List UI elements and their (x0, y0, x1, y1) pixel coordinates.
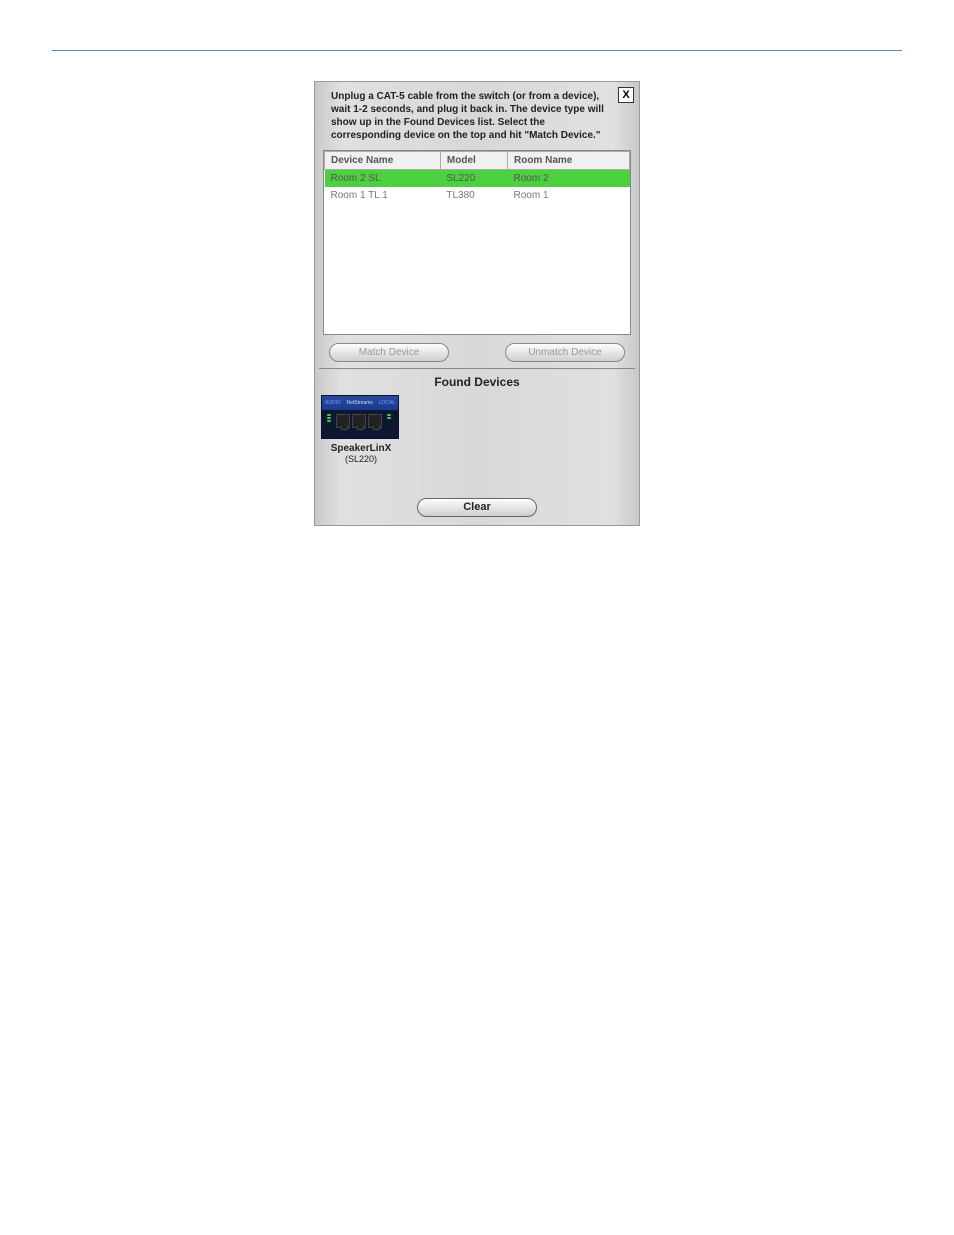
ethernet-port-icon (368, 414, 382, 428)
table-row[interactable]: Room 1 TL 1 TL380 Room 1 (325, 187, 630, 204)
ethernet-port-icon (336, 414, 350, 428)
instruction-text: Unplug a CAT-5 cable from the switch (or… (315, 82, 639, 150)
found-device-tile[interactable]: AUDIO NetStreams LOCAL (321, 395, 401, 464)
status-led-icon (387, 417, 391, 419)
status-led-icon (327, 414, 331, 416)
clear-button-row: Clear (315, 493, 639, 525)
brand-label: NetStreams (347, 400, 373, 406)
clear-button[interactable]: Clear (417, 498, 537, 517)
cell-room-name: Room 2 (507, 170, 629, 188)
col-device-name[interactable]: Device Name (325, 152, 441, 170)
col-model[interactable]: Model (440, 152, 507, 170)
match-device-button[interactable]: Match Device (329, 343, 449, 362)
unmatch-device-button[interactable]: Unmatch Device (505, 343, 625, 362)
status-led-icon (327, 420, 331, 422)
found-device-name: SpeakerLinX (321, 443, 401, 454)
match-button-row: Match Device Unmatch Device (315, 335, 639, 368)
port-label: AUDIO (325, 400, 341, 406)
cell-device-name: Room 1 TL 1 (325, 187, 441, 204)
cell-model: TL380 (440, 187, 507, 204)
table-empty-space (325, 204, 630, 334)
match-device-dialog: X Unplug a CAT-5 cable from the switch (… (314, 81, 640, 526)
port-label: LOCAL (379, 400, 395, 406)
device-hardware-icon: AUDIO NetStreams LOCAL (321, 395, 399, 439)
table-header-row: Device Name Model Room Name (325, 152, 630, 170)
ethernet-port-icon (352, 414, 366, 428)
cell-room-name: Room 1 (507, 187, 629, 204)
device-table: Device Name Model Room Name Room 2 SL SL… (323, 150, 631, 335)
found-devices-area: AUDIO NetStreams LOCAL (315, 393, 639, 493)
table-row[interactable]: Room 2 SL SL220 Room 2 (325, 170, 630, 188)
found-devices-title: Found Devices (315, 369, 639, 393)
found-device-model: (SL220) (321, 454, 401, 464)
close-button[interactable]: X (618, 87, 634, 103)
status-led-icon (327, 417, 331, 419)
status-led-icon (387, 414, 391, 416)
col-room-name[interactable]: Room Name (507, 152, 629, 170)
page-top-rule (52, 50, 902, 51)
cell-device-name: Room 2 SL (325, 170, 441, 188)
cell-model: SL220 (440, 170, 507, 188)
